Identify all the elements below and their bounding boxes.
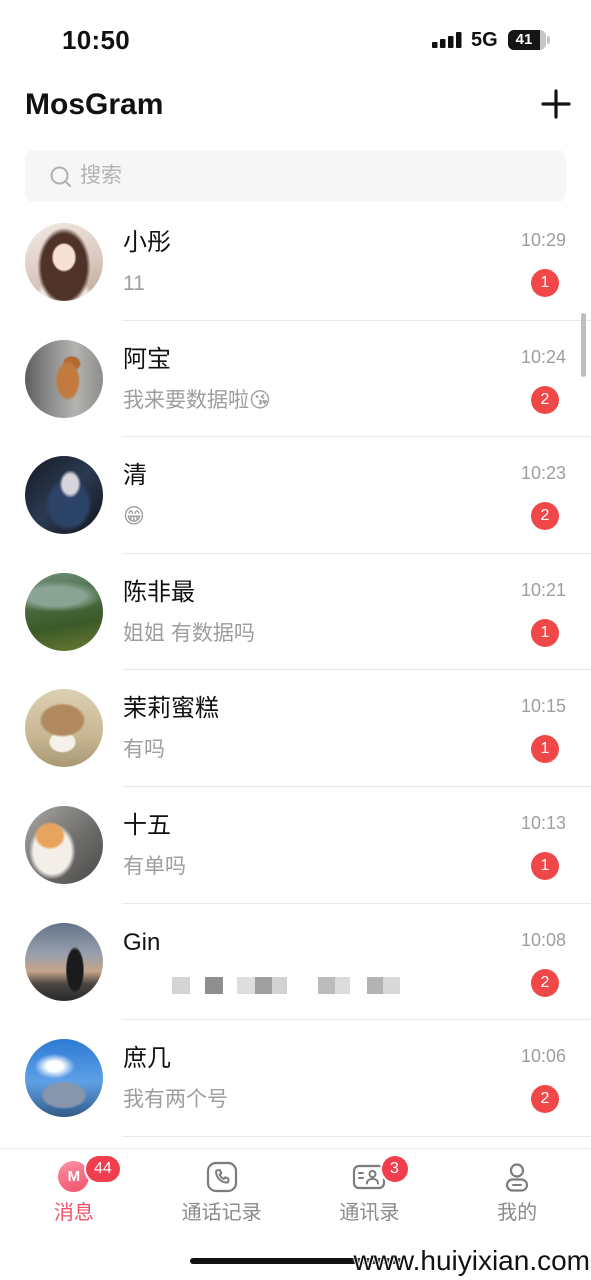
status-bar: 10:50 5G 41 <box>0 0 591 76</box>
chat-list-item[interactable]: Gin 10:08 2 <box>0 904 591 1021</box>
unread-badge: 2 <box>531 502 559 531</box>
avatar[interactable] <box>25 805 103 884</box>
unread-badge: 1 <box>531 269 559 297</box>
chat-name: 小彤 <box>123 229 171 256</box>
divider <box>123 1135 591 1137</box>
watermark: www.huiyixian.com <box>353 1245 590 1276</box>
network-type: 5G <box>471 29 498 51</box>
contacts-icon <box>352 1160 386 1194</box>
mosaic-block <box>383 976 400 994</box>
mosaic-block <box>172 976 190 994</box>
plus-icon <box>541 89 571 119</box>
chat-list-item[interactable]: 阿宝 10:24 我来要数据啦😘 2 <box>0 321 591 438</box>
tab-messages[interactable]: M 44 消息 <box>0 1149 148 1243</box>
chat-name: 茉莉蜜糕 <box>123 695 219 723</box>
scrollbar[interactable] <box>581 313 586 377</box>
chat-list-item[interactable]: 茉莉蜜糕 10:15 有吗 1 <box>0 670 591 787</box>
call-log-icon <box>205 1160 239 1194</box>
unread-badge: 1 <box>531 735 559 764</box>
mosaic-block <box>367 976 383 994</box>
unread-badge: 2 <box>531 1085 559 1114</box>
avatar[interactable] <box>25 689 103 768</box>
chat-preview: 我有两个号 <box>123 1088 228 1112</box>
chat-list-item[interactable]: 庶几 10:06 我有两个号 2 <box>0 1020 591 1137</box>
unread-badge: 2 <box>531 968 559 997</box>
tab-label: 通讯录 <box>339 1202 400 1224</box>
avatar[interactable] <box>25 223 103 301</box>
search-input[interactable] <box>80 150 550 202</box>
tab-me[interactable]: 我的 <box>443 1149 591 1243</box>
mosaic-block <box>255 976 272 994</box>
tab-label: 我的 <box>497 1202 538 1224</box>
unread-badge: 1 <box>531 851 559 880</box>
chat-time: 10:13 <box>520 812 566 833</box>
signal-bars-icon <box>432 32 462 48</box>
chat-name: 十五 <box>123 811 171 839</box>
avatar[interactable] <box>25 922 103 1001</box>
chat-preview: 姐姐 有数据吗 <box>123 621 255 645</box>
chat-time: 10:06 <box>520 1046 566 1067</box>
tab-unread-badge: 3 <box>381 1156 408 1182</box>
chat-time: 10:23 <box>520 463 566 484</box>
unread-badge: 2 <box>531 385 559 414</box>
chat-list-item[interactable]: 清 10:23 😁 2 <box>0 437 591 554</box>
tab-label: 通话记录 <box>181 1202 262 1224</box>
search-bar[interactable] <box>25 150 566 202</box>
tab-label: 消息 <box>53 1202 94 1224</box>
chat-time: 10:29 <box>520 230 566 250</box>
status-time: 10:50 <box>62 25 130 55</box>
search-icon <box>49 165 73 189</box>
mosaic-block <box>318 976 335 994</box>
chat-time: 10:08 <box>520 929 566 950</box>
chat-list-item[interactable]: 十五 10:13 有单吗 1 <box>0 787 591 904</box>
chat-list-item[interactable]: 陈非最 10:21 姐姐 有数据吗 1 <box>0 554 591 671</box>
avatar[interactable] <box>25 1039 103 1118</box>
chat-preview: 我来要数据啦😘 <box>123 388 271 412</box>
tab-contacts[interactable]: 3 通讯录 <box>296 1149 444 1243</box>
chat-name: 庶几 <box>123 1045 171 1073</box>
message-icon-letter: M <box>67 1168 81 1185</box>
chat-time: 10:21 <box>520 579 566 600</box>
message-icon: M <box>58 1161 90 1192</box>
chat-name: Gin <box>123 928 161 956</box>
unread-badge: 1 <box>531 618 559 647</box>
chat-preview: 有吗 <box>123 738 165 762</box>
chat-preview: 有单吗 <box>123 854 186 878</box>
chat-list[interactable]: 小彤 10:29 11 1 阿宝 10:24 我来要数据啦😘 2 清 10:23 😁 2 陈非最 10:2… <box>0 204 591 1148</box>
add-button[interactable] <box>540 88 572 120</box>
battery-level: 41 <box>515 31 533 48</box>
mosaic-block <box>205 976 223 994</box>
chat-name: 陈非最 <box>123 578 195 606</box>
battery-icon: 41 <box>508 30 546 50</box>
chat-list-item[interactable]: 小彤 10:29 11 1 <box>0 204 591 321</box>
chat-name: 清 <box>123 462 147 490</box>
avatar[interactable] <box>25 339 103 418</box>
mosaic-block <box>237 976 255 994</box>
obscured-preview <box>172 976 402 994</box>
page-title: MosGram <box>25 88 164 121</box>
avatar[interactable] <box>25 456 103 535</box>
mosaic-block <box>272 976 287 994</box>
battery-cap <box>547 36 550 44</box>
chat-name: 阿宝 <box>123 345 171 373</box>
avatar[interactable] <box>25 572 103 651</box>
chat-preview: 😁 <box>123 505 145 529</box>
mosaic-block <box>335 976 350 994</box>
tab-call-log[interactable]: 通话记录 <box>148 1149 296 1243</box>
chat-preview: 11 <box>123 272 145 295</box>
tab-unread-badge: 44 <box>86 1156 120 1182</box>
chat-time: 10:15 <box>520 696 566 717</box>
profile-icon <box>500 1160 534 1194</box>
chat-time: 10:24 <box>520 346 566 367</box>
